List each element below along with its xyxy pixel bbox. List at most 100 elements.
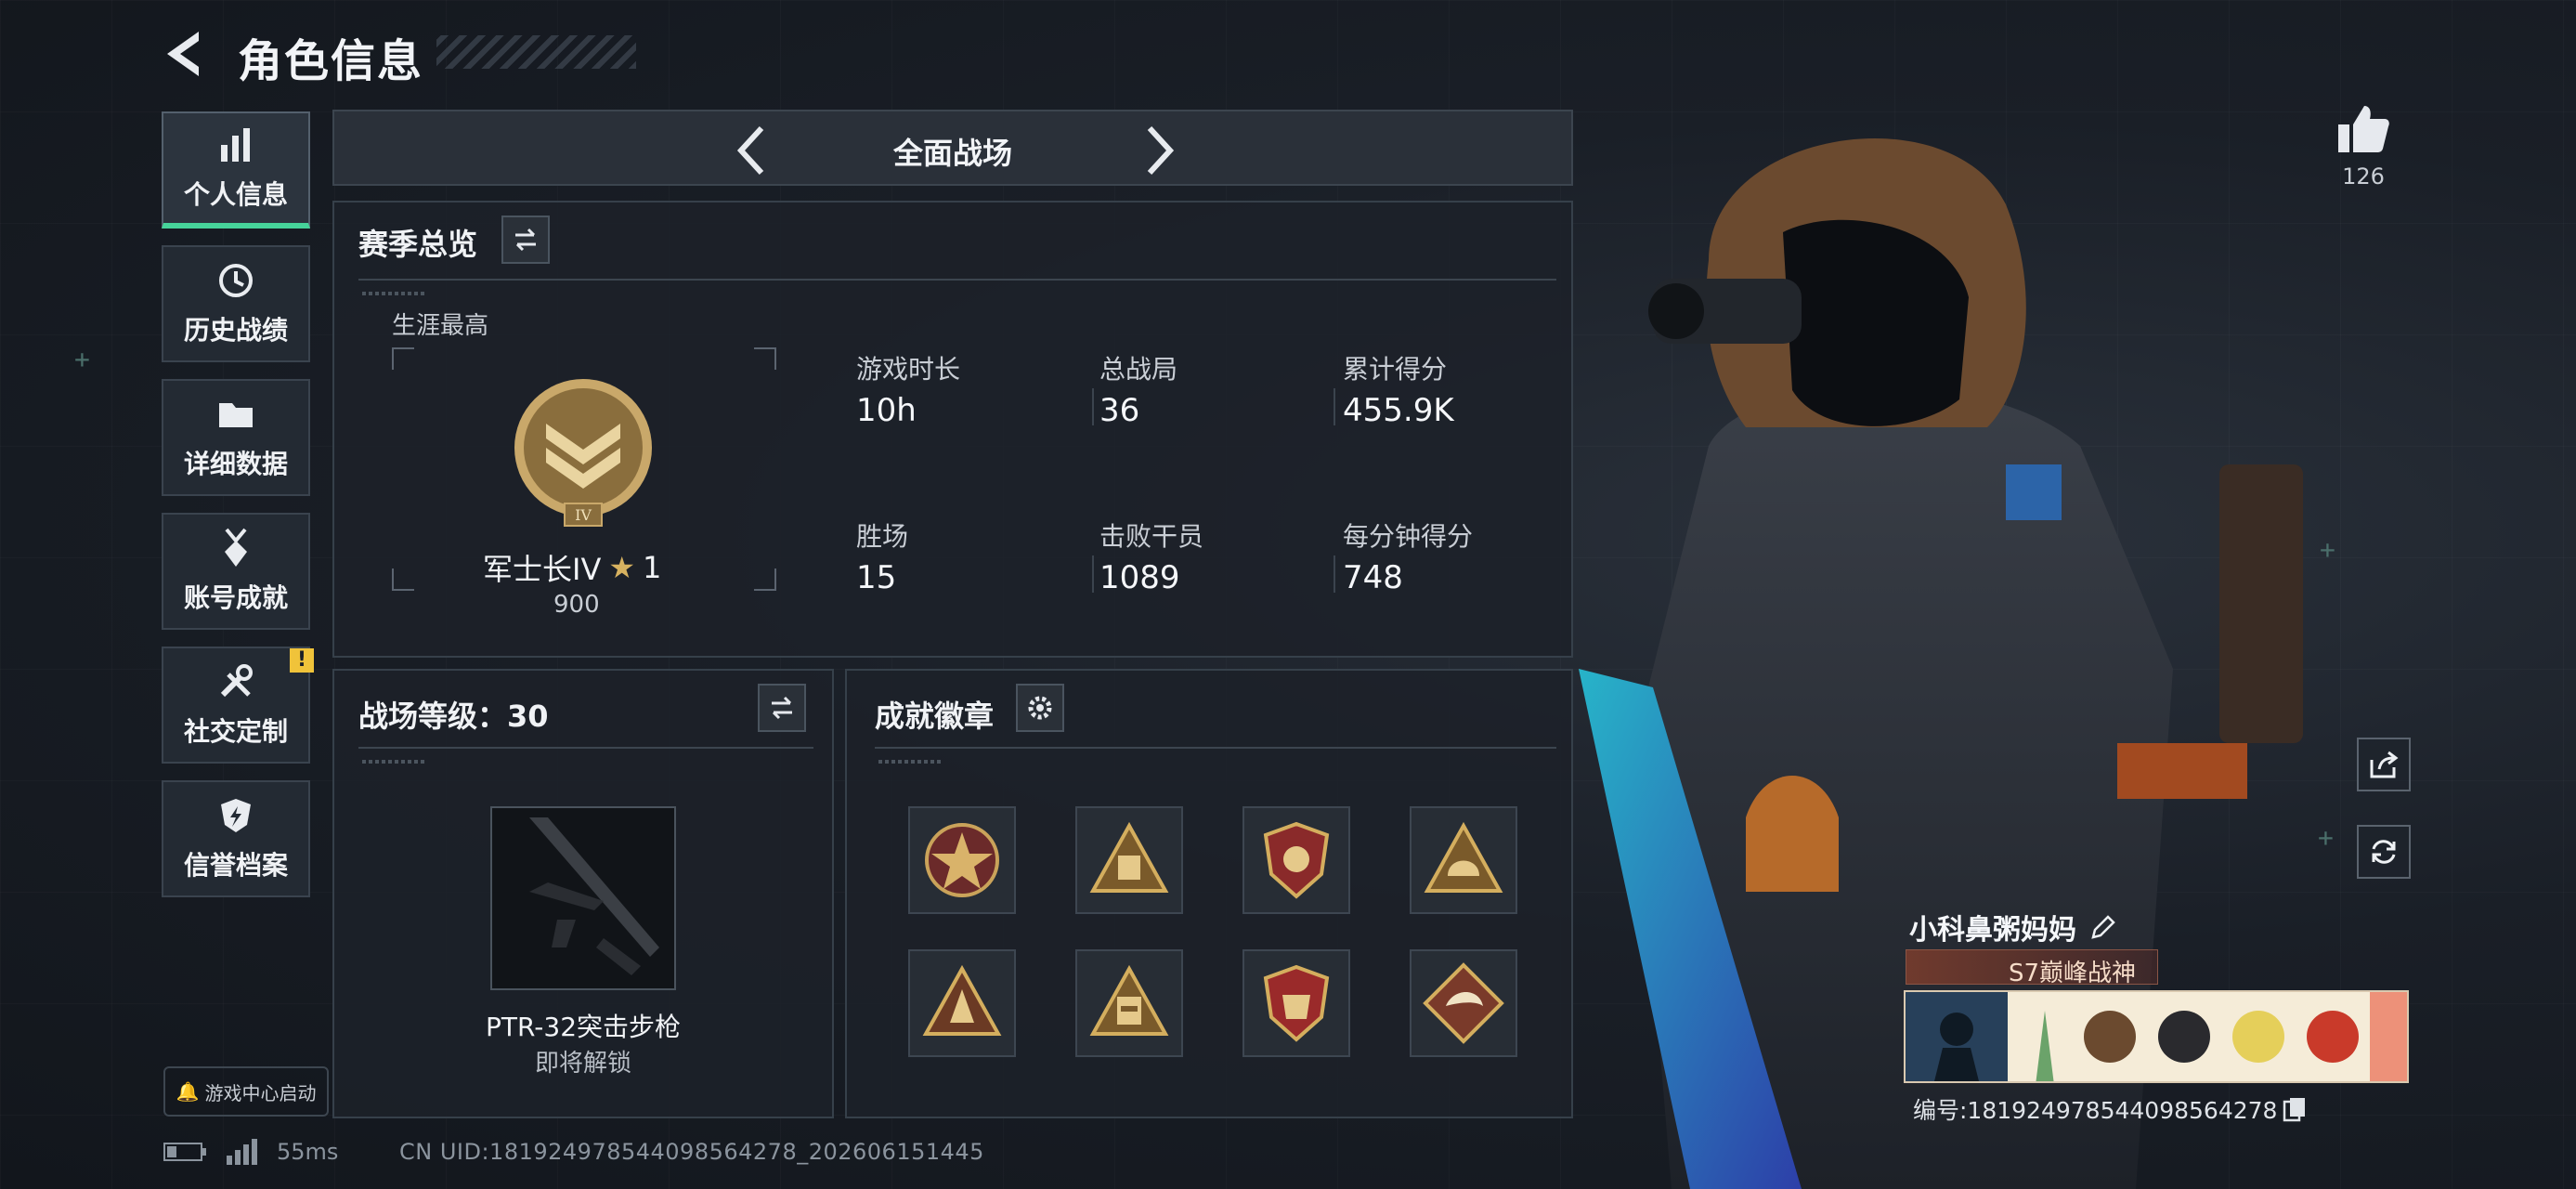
achievement-badge[interactable] xyxy=(1075,806,1183,914)
battlefield-level-title: 战场等级：30 xyxy=(358,699,549,734)
title-badge: S7巅峰战神 xyxy=(1906,949,2158,987)
shield-badge-icon xyxy=(1263,821,1330,899)
sidebar-item-detail-data[interactable]: 详细数据 xyxy=(162,379,310,496)
star-badge-icon xyxy=(925,823,999,897)
weapon-preview[interactable] xyxy=(490,806,676,990)
share-icon xyxy=(2370,751,2399,778)
stat-value: 455.9K xyxy=(1343,392,1454,429)
like-count: 126 xyxy=(2342,163,2385,189)
history-clock-icon xyxy=(219,264,253,297)
status-bar: 55ms xyxy=(163,1139,338,1165)
stat-separator xyxy=(1092,388,1094,425)
gear-icon xyxy=(1028,696,1052,720)
medal-icon xyxy=(225,528,247,567)
deco-dots xyxy=(878,760,943,764)
sidebar-item-label: 详细数据 xyxy=(183,449,288,479)
stat-label: 胜场 xyxy=(856,521,909,552)
achievement-badge[interactable] xyxy=(1410,949,1517,1057)
career-best-label: 生涯最高 xyxy=(392,312,489,340)
achievement-badge[interactable] xyxy=(1242,806,1350,914)
page-title: 角色信息 xyxy=(238,35,424,87)
mode-selector: 全面战场 xyxy=(332,110,1573,186)
banner-art xyxy=(1906,992,2407,1081)
rotate-button[interactable] xyxy=(2357,825,2411,879)
divider xyxy=(875,747,1556,749)
ammo-badge-icon xyxy=(1089,821,1169,893)
achievement-badge[interactable] xyxy=(908,949,1016,1057)
game-center-label: 游戏中心启动 xyxy=(204,1081,317,1104)
ping-value: 55ms xyxy=(277,1139,339,1165)
uid-text: CN UID:181924978544098564278_20260615144… xyxy=(399,1139,984,1165)
refresh-icon xyxy=(2372,840,2396,864)
player-id-row: 编号:181924978544098564278 xyxy=(1913,1092,2307,1126)
achievements-title: 成就徽章 xyxy=(875,699,995,734)
stat-value: 15 xyxy=(856,559,897,596)
rank-name-row: 军士长IV ★ 1 xyxy=(483,546,661,589)
stat-value: 1089 xyxy=(1099,559,1180,596)
divider xyxy=(358,279,1556,281)
sidebar-item-social[interactable]: 社交定制 ! xyxy=(162,647,314,764)
sidebar-item-label: 信誉档案 xyxy=(183,850,288,881)
chevron-right-icon[interactable] xyxy=(1137,123,1183,178)
achievement-badge[interactable] xyxy=(1075,949,1183,1057)
tools-icon xyxy=(220,664,253,698)
stat-separator xyxy=(1334,388,1335,425)
player-id: 编号:181924978544098564278 xyxy=(1913,1097,2278,1124)
sidebar-item-label: 社交定制 xyxy=(183,716,288,747)
rank-name: 军士长IV xyxy=(483,552,602,587)
back-arrow-icon[interactable] xyxy=(158,26,223,82)
dragon-badge-icon xyxy=(1423,962,1504,1044)
stat-label: 游戏时长 xyxy=(856,354,961,385)
share-button[interactable] xyxy=(2357,738,2411,791)
player-name-row: 小科鼻粥妈妈 xyxy=(1909,907,2117,947)
edit-pencil-icon[interactable] xyxy=(2089,913,2117,941)
rank-emblem-icon: IV xyxy=(514,379,652,527)
folder-icon xyxy=(219,403,253,427)
helmet-badge-icon xyxy=(1424,821,1503,893)
stat-label: 累计得分 xyxy=(1343,354,1448,385)
weapon-name: PTR-32突击步枪 xyxy=(485,1012,682,1042)
achievement-badge[interactable] xyxy=(1410,806,1517,914)
stat-label: 总战局 xyxy=(1099,354,1178,385)
frame-corner xyxy=(754,568,776,591)
sidebar-item-label: 账号成就 xyxy=(183,582,288,613)
star-icon: ★ xyxy=(608,550,636,585)
player-name: 小科鼻粥妈妈 xyxy=(1909,914,2076,947)
achievement-settings-button[interactable] xyxy=(1016,684,1064,732)
stat-label: 每分钟得分 xyxy=(1343,521,1474,552)
frame-corner xyxy=(392,568,414,591)
swap-button[interactable] xyxy=(758,684,806,732)
sidebar-item-personal-info[interactable]: 个人信息 xyxy=(162,111,310,229)
mode-label: 全面战场 xyxy=(892,136,1012,171)
rank-stars: 1 xyxy=(643,550,662,585)
signal-icon xyxy=(227,1139,257,1165)
like-widget[interactable]: 126 xyxy=(2331,102,2396,189)
copy-icon[interactable] xyxy=(2283,1096,2307,1122)
stat-separator xyxy=(1334,555,1335,593)
achievement-badge[interactable] xyxy=(908,806,1016,914)
stat-label: 击败干员 xyxy=(1099,521,1204,552)
sidebar-item-history[interactable]: 历史战绩 xyxy=(162,245,310,362)
crest-badge-icon xyxy=(1263,964,1330,1042)
stat-separator xyxy=(1092,555,1094,593)
frame-corner xyxy=(754,347,776,370)
stat-value: 748 xyxy=(1343,559,1403,596)
swap-button[interactable] xyxy=(501,216,550,264)
profile-banner[interactable] xyxy=(1904,990,2409,1083)
svg-text:IV: IV xyxy=(575,506,592,524)
battery-icon xyxy=(163,1143,206,1161)
achievement-badge[interactable] xyxy=(1242,949,1350,1057)
swap-arrows-icon xyxy=(772,696,792,720)
weapon-status: 即将解锁 xyxy=(534,1050,631,1078)
notification-bell-icon: 🔔 xyxy=(176,1080,200,1103)
sidebar-item-credit[interactable]: 信誉档案 xyxy=(162,780,310,897)
sidebar-item-label: 历史战绩 xyxy=(183,315,288,346)
game-center-button[interactable]: 🔔 游戏中心启动 xyxy=(163,1066,329,1117)
sidebar-item-achievements[interactable]: 账号成就 xyxy=(162,513,310,630)
battlefield-level-panel: 战场等级：30 PTR-32突击步枪 即将解锁 xyxy=(332,669,834,1118)
deco-dots xyxy=(362,292,427,295)
shield-lightning-icon xyxy=(221,799,251,832)
season-title: 赛季总览 xyxy=(358,227,478,262)
swap-arrows-icon xyxy=(515,228,536,252)
deco-cross: + xyxy=(74,344,90,374)
